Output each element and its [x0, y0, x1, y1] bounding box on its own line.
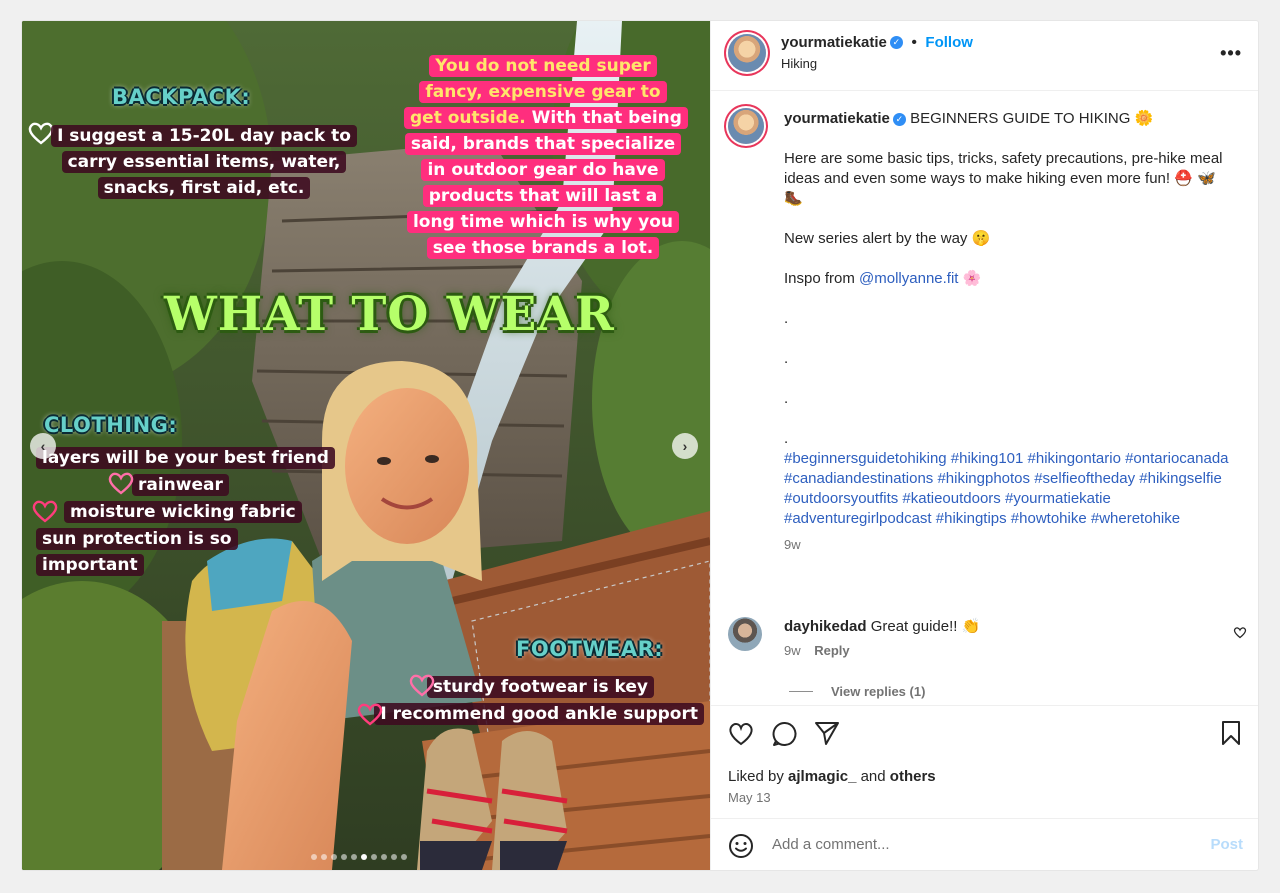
verified-badge-icon: ✓ — [892, 112, 906, 126]
caption-time[interactable]: 9w — [784, 535, 1234, 555]
liked-by-user[interactable]: ajlmagic_ — [788, 768, 856, 785]
emoji-icon[interactable] — [728, 833, 754, 859]
mention-link[interactable]: @mollyanne.fit — [859, 270, 958, 287]
liked-by-prefix: Liked by — [728, 768, 789, 785]
carousel-prev-button[interactable]: ‹ — [30, 433, 56, 459]
post-header: yourmatiekatie ✓ • Follow Hiking ••• — [711, 21, 1258, 91]
heart-doodle-icon — [108, 472, 134, 495]
comment: dayhikedad Great guide!! 👏 9w Reply — [784, 617, 1204, 658]
footwear-item: sturdy footwear is key — [426, 676, 654, 698]
likes-summary: Liked by ajlmagic_ and others — [728, 768, 936, 785]
replies-line — [789, 691, 813, 692]
post-media[interactable]: BACKPACK: I suggest a 15-20L day pack to… — [22, 21, 710, 870]
post-comment-button[interactable]: Post — [1210, 836, 1243, 853]
carousel-dot — [341, 854, 347, 860]
backpack-caption-text: I suggest a 15-20L day pack to carry ess… — [51, 125, 357, 199]
backpack-heading: BACKPACK: — [112, 85, 251, 109]
caption-paragraph: Inspo from @mollyanne.fit 🌸 — [784, 269, 1234, 289]
like-heart-icon[interactable] — [727, 720, 755, 748]
comments-panel[interactable]: yourmatiekatie ✓ BEGINNERS GUIDE TO HIKIN… — [711, 92, 1258, 704]
heart-doodle-icon — [357, 703, 383, 726]
follow-button[interactable]: Follow — [925, 34, 973, 51]
save-bookmark-icon[interactable] — [1217, 719, 1245, 747]
author-avatar[interactable] — [728, 34, 766, 72]
post-caption: yourmatiekatie ✓ BEGINNERS GUIDE TO HIKIN… — [784, 109, 1234, 555]
inspo-prefix: Inspo from — [784, 270, 860, 287]
gear-caption: You do not need super fancy, expensive g… — [404, 53, 688, 261]
caption-paragraph: New series alert by the way 🤫 — [784, 230, 991, 247]
clothing-list: layers will be your best friend rainwear… — [36, 445, 336, 578]
heart-doodle-icon — [409, 674, 435, 697]
carousel-dot — [361, 854, 367, 860]
share-paper-plane-icon[interactable] — [813, 719, 841, 747]
clothing-item: sun protection is so important — [36, 528, 238, 576]
post-date[interactable]: May 13 — [728, 790, 771, 805]
comment-username[interactable]: dayhikedad — [784, 618, 867, 635]
comment-composer: Add a comment... Post — [711, 818, 1258, 870]
more-options-icon[interactable]: ••• — [1220, 43, 1242, 64]
view-replies-label: View replies (1) — [831, 684, 926, 699]
carousel-next-button[interactable]: › — [672, 433, 698, 459]
caption-headline: BEGINNERS GUIDE TO HIKING 🌼 — [910, 110, 1154, 127]
carousel-dot — [311, 854, 317, 860]
caption-dot: . — [784, 430, 789, 447]
chevron-right-icon: › — [682, 438, 688, 454]
view-replies-button[interactable]: View replies (1) — [789, 684, 925, 699]
comment-text: Great guide!! 👏 — [870, 618, 981, 635]
liked-by-others[interactable]: others — [890, 768, 936, 785]
chevron-left-icon: ‹ — [40, 438, 46, 454]
comment-bubble-icon[interactable] — [771, 720, 799, 748]
carousel-dot — [351, 854, 357, 860]
footwear-item: I recommend good ankle support — [374, 703, 704, 725]
carousel-dot — [401, 854, 407, 860]
caption-username[interactable]: yourmatiekatie — [784, 110, 890, 127]
separator-dot: • — [911, 34, 917, 51]
caption-dot: . — [784, 310, 789, 327]
comment-input[interactable]: Add a comment... — [772, 836, 890, 853]
post-sidebar: yourmatiekatie ✓ • Follow Hiking ••• your… — [710, 21, 1258, 870]
clothing-item: layers will be your best friend — [36, 447, 335, 469]
post-dialog: BACKPACK: I suggest a 15-20L day pack to… — [22, 21, 1258, 870]
like-comment-heart-icon[interactable] — [1233, 626, 1247, 639]
carousel-dot — [391, 854, 397, 860]
carousel-dot — [321, 854, 327, 860]
post-actions: Liked by ajlmagic_ and others May 13 — [711, 705, 1258, 815]
caption-dot: . — [784, 350, 789, 367]
clothing-item: moisture wicking fabric — [64, 501, 302, 523]
caption-dot: . — [784, 390, 789, 407]
post-location[interactable]: Hiking — [781, 56, 817, 71]
carousel-indicator — [311, 854, 407, 860]
hashtags[interactable]: #beginnersguidetohiking #hiking101 #hiki… — [784, 449, 1234, 529]
reply-button[interactable]: Reply — [814, 643, 849, 658]
backpack-caption: I suggest a 15-20L day pack to carry ess… — [48, 123, 360, 201]
caption-author-avatar[interactable] — [728, 108, 764, 144]
clothing-heading: CLOTHING: — [44, 413, 178, 437]
commenter-avatar[interactable] — [728, 617, 762, 651]
liked-by-and: and — [856, 768, 890, 785]
gear-caption-text: With that being said, brands that specia… — [410, 108, 682, 258]
inspo-suffix: 🌸 — [958, 270, 982, 287]
slide-title: WHAT TO WEAR — [164, 287, 615, 342]
carousel-dot — [381, 854, 387, 860]
verified-badge-icon: ✓ — [889, 36, 903, 50]
comment-time[interactable]: 9w — [784, 643, 801, 658]
author-username[interactable]: yourmatiekatie — [781, 34, 887, 51]
carousel-dot — [371, 854, 377, 860]
heart-doodle-icon — [32, 500, 58, 523]
footwear-heading: FOOTWEAR: — [516, 637, 664, 661]
clothing-item: rainwear — [132, 474, 229, 496]
carousel-dot — [331, 854, 337, 860]
caption-paragraph: Here are some basic tips, tricks, safety… — [784, 150, 1223, 207]
